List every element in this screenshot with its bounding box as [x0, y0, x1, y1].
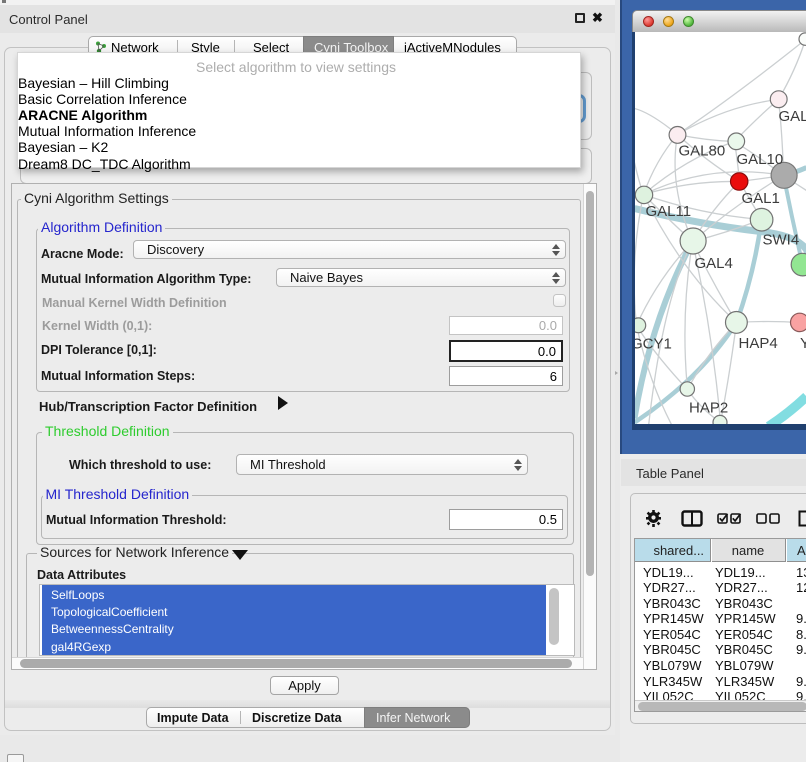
svg-text:GAL4: GAL4 — [694, 255, 732, 272]
svg-text:GAL11: GAL11 — [645, 203, 691, 220]
svg-text:GAL1: GAL1 — [741, 190, 779, 207]
svg-text:HAP2: HAP2 — [689, 399, 728, 416]
svg-text:GAL10: GAL10 — [736, 151, 783, 168]
svg-text:GAL7: GAL7 — [778, 108, 806, 125]
svg-text:GAL80: GAL80 — [678, 142, 725, 159]
svg-text:SWI4: SWI4 — [762, 231, 799, 248]
svg-text:Y: Y — [800, 335, 806, 352]
svg-text:HAP4: HAP4 — [738, 335, 777, 352]
svg-text:GCY1: GCY1 — [635, 335, 672, 352]
